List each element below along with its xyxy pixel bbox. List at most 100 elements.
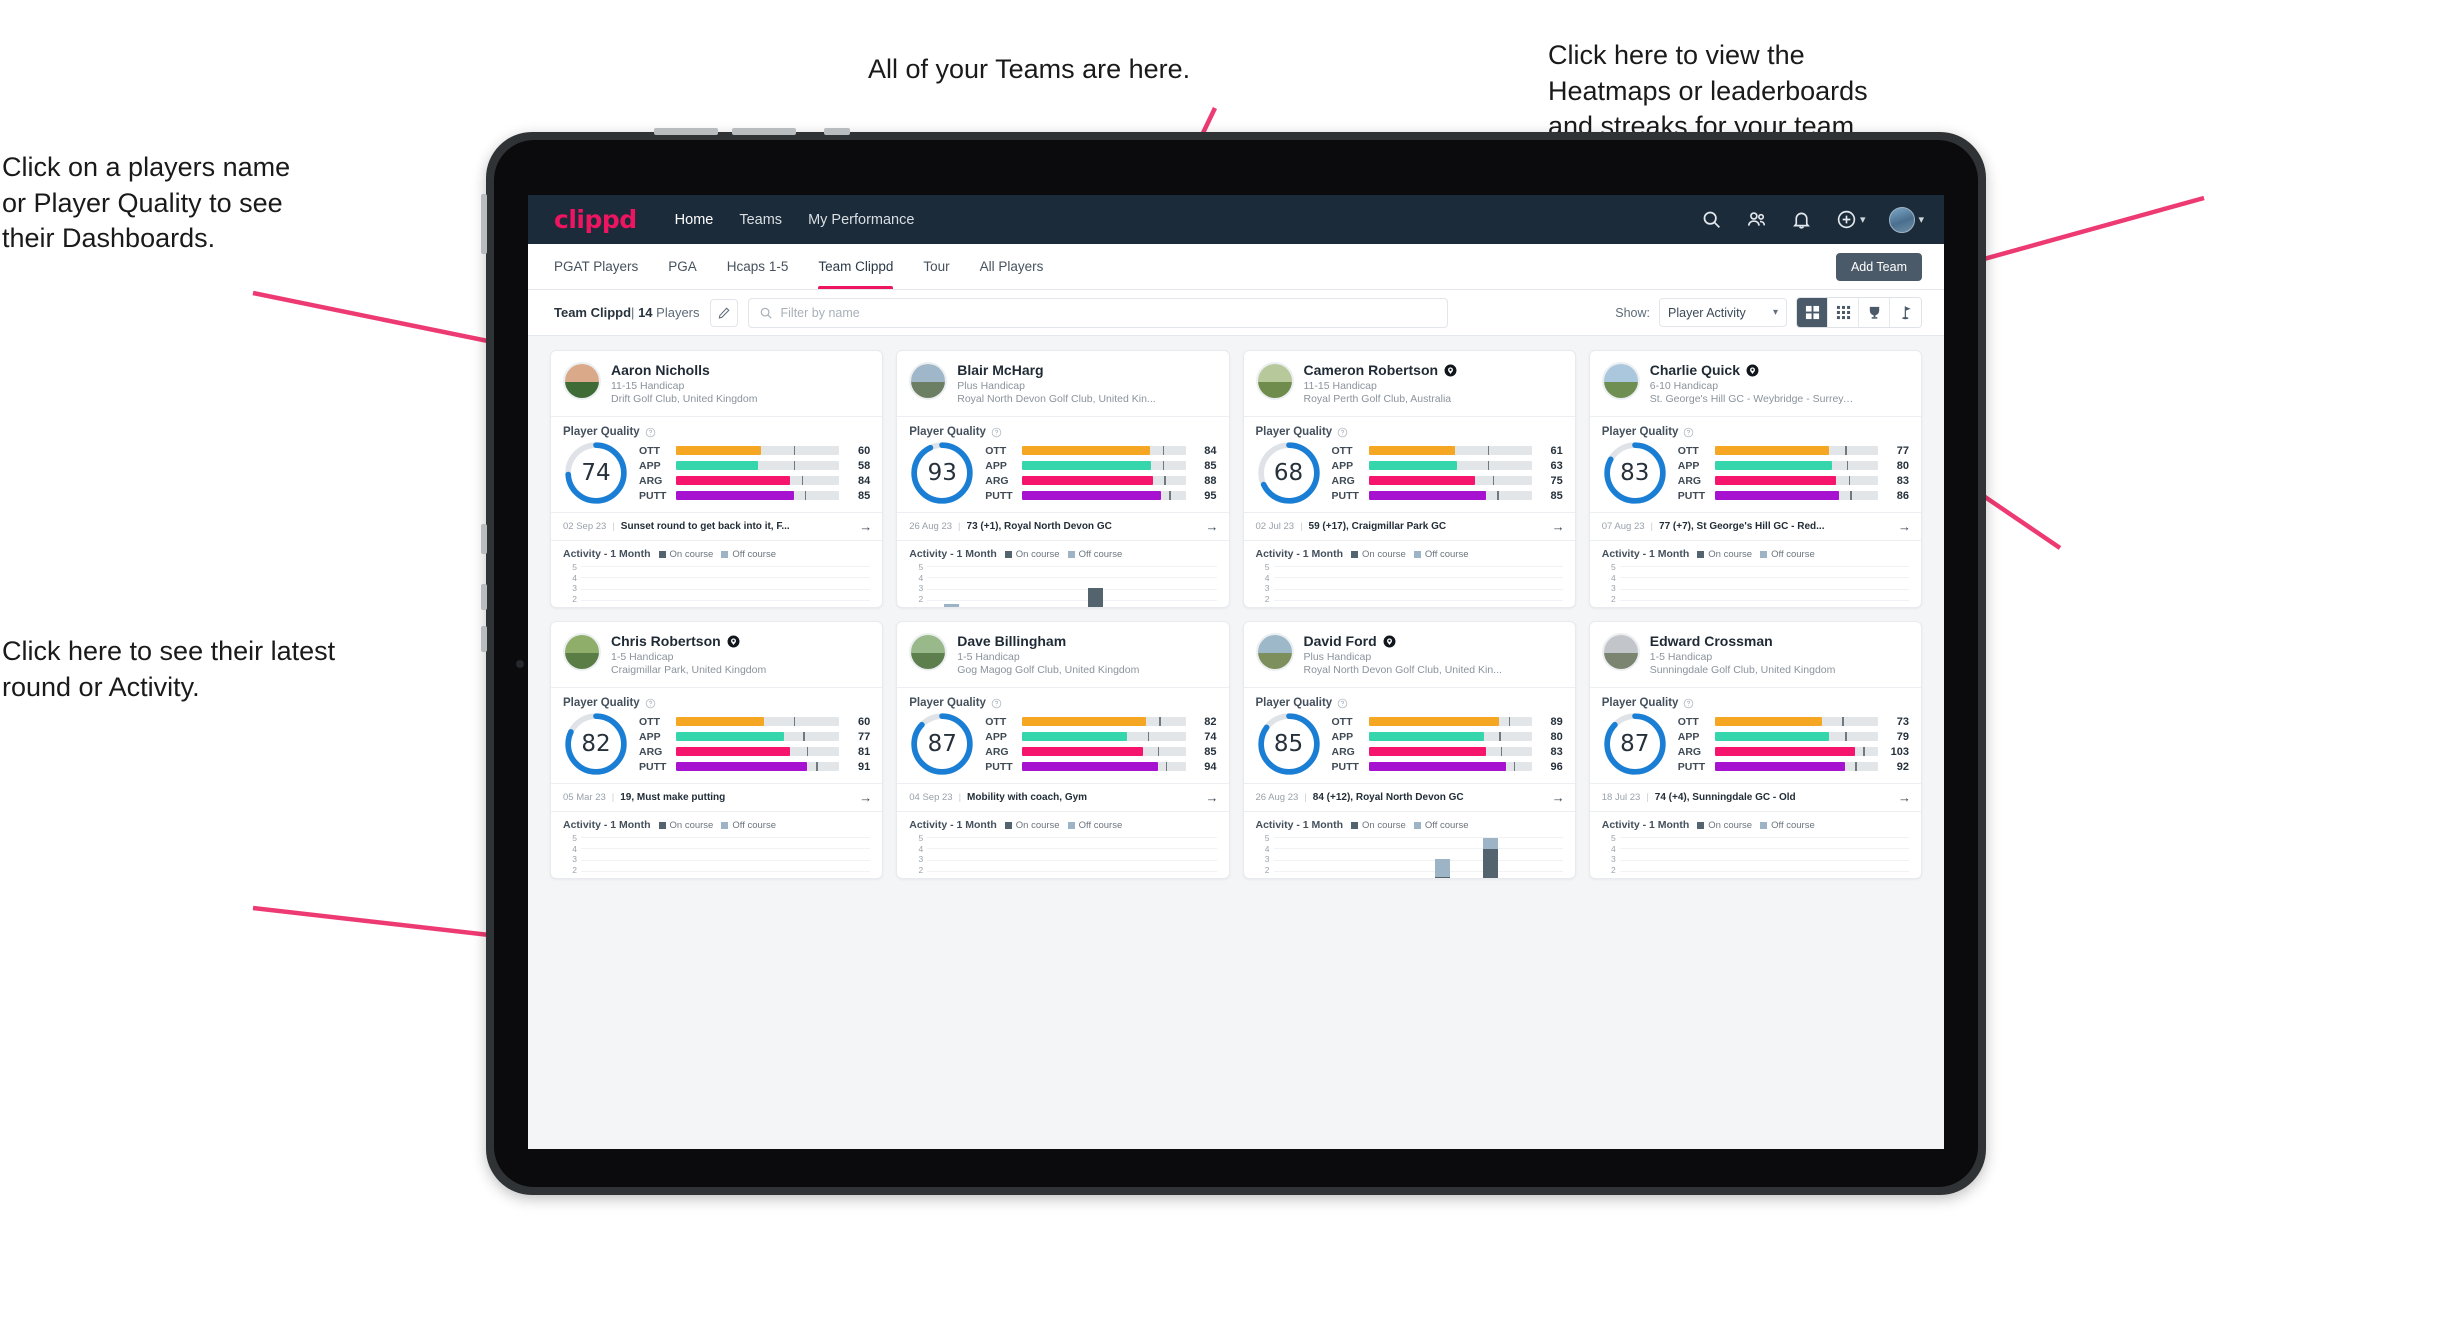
player-card-header[interactable]: David Ford Plus Handicap Royal North Dev… <box>1244 622 1575 687</box>
add-team-button[interactable]: Add Team <box>1835 252 1922 281</box>
player-card-header[interactable]: Aaron Nicholls 11-15 Handicap Drift Golf… <box>551 351 882 416</box>
player-name[interactable]: David Ford <box>1304 633 1377 649</box>
view-toggle-leaderboard[interactable] <box>1859 298 1890 327</box>
latest-round-row[interactable]: 02 Sep 23 | Sunset round to get back int… <box>551 512 883 541</box>
latest-round-row[interactable]: 18 Jul 23 | 74 (+4), Sunningdale GC - Ol… <box>1589 783 1921 812</box>
help-icon[interactable] <box>991 427 1002 438</box>
latest-round-row[interactable]: 07 Aug 23 | 77 (+7), St George's Hill GC… <box>1589 512 1921 541</box>
tab-tour[interactable]: Tour <box>923 244 949 289</box>
player-quality-section[interactable]: Player Quality 83 OTT 77 APP 80 ARG 83 P… <box>1590 417 1921 512</box>
player-avatar[interactable] <box>909 362 948 400</box>
player-name[interactable]: Chris Robertson <box>611 633 721 649</box>
search-input[interactable] <box>780 305 1437 320</box>
latest-round-row[interactable]: 05 Mar 23 | 19, Must make putting → <box>551 783 883 812</box>
search-icon[interactable] <box>1701 209 1722 230</box>
help-icon[interactable] <box>645 427 656 438</box>
player-card-header[interactable]: Dave Billingham 1-5 Handicap Gog Magog G… <box>897 622 1228 687</box>
show-select[interactable]: Player Activity ▾ <box>1659 298 1787 327</box>
latest-round-row[interactable]: 02 Jul 23 | 59 (+17), Craigmillar Park G… <box>1243 512 1575 541</box>
player-name-row[interactable]: Charlie Quick <box>1650 362 1855 378</box>
player-avatar[interactable] <box>1255 633 1294 671</box>
nav-link-home[interactable]: Home <box>675 212 714 228</box>
player-quality-section[interactable]: Player Quality 85 OTT 89 APP 80 ARG 83 P… <box>1244 688 1575 783</box>
arrow-right-icon[interactable]: → <box>1552 519 1565 534</box>
arrow-right-icon[interactable]: → <box>1898 519 1911 534</box>
tab-team-clippd[interactable]: Team Clippd <box>818 244 894 289</box>
arrow-right-icon[interactable]: → <box>859 519 872 534</box>
player-name-row[interactable]: David Ford <box>1304 633 1502 649</box>
latest-round-row[interactable]: 26 Aug 23 | 84 (+12), Royal North Devon … <box>1243 783 1575 812</box>
help-icon[interactable] <box>1337 427 1348 438</box>
edit-team-button[interactable] <box>709 298 738 327</box>
player-card-header[interactable]: Chris Robertson 1-5 Handicap Craigmillar… <box>551 622 882 687</box>
player-avatar[interactable] <box>1255 362 1294 400</box>
view-toggle-dense-grid[interactable] <box>1828 298 1859 327</box>
player-card-header[interactable]: Edward Crossman 1-5 Handicap Sunningdale… <box>1590 622 1921 687</box>
help-icon[interactable] <box>1683 698 1694 709</box>
player-quality-section[interactable]: Player Quality 74 OTT 60 APP 58 ARG 84 P… <box>551 417 882 512</box>
latest-round-row[interactable]: 04 Sep 23 | Mobility with coach, Gym → <box>897 783 1229 812</box>
player-name[interactable]: Aaron Nicholls <box>611 362 710 378</box>
player-name-row[interactable]: Aaron Nicholls <box>611 362 757 378</box>
player-name-row[interactable]: Cameron Robertson <box>1304 362 1458 378</box>
player-quality-section[interactable]: Player Quality 82 OTT 60 APP 77 ARG 81 P… <box>551 688 882 783</box>
tab-pga[interactable]: PGA <box>668 244 697 289</box>
nav-link-my-performance[interactable]: My Performance <box>808 212 914 228</box>
help-icon[interactable] <box>645 698 656 709</box>
player-card-header[interactable]: Charlie Quick 6-10 Handicap St. George's… <box>1590 351 1921 416</box>
tab-hcaps-1-5[interactable]: Hcaps 1-5 <box>727 244 789 289</box>
player-quality-section[interactable]: Player Quality 68 OTT 61 APP 63 ARG 75 P… <box>1244 417 1575 512</box>
player-quality-section[interactable]: Player Quality 87 OTT <box>1590 688 1921 783</box>
player-card[interactable]: Cameron Robertson 11-15 Handicap Royal P… <box>1242 350 1576 608</box>
search-field-wrapper[interactable] <box>747 297 1448 328</box>
player-name[interactable]: Cameron Robertson <box>1304 362 1439 378</box>
player-avatar[interactable] <box>1601 362 1640 400</box>
player-name[interactable]: Edward Crossman <box>1650 633 1773 649</box>
avatar[interactable] <box>1889 206 1916 233</box>
arrow-right-icon[interactable]: → <box>1206 519 1219 534</box>
people-icon[interactable] <box>1746 209 1767 230</box>
player-card[interactable]: Aaron Nicholls 11-15 Handicap Drift Golf… <box>550 350 884 608</box>
arrow-right-icon[interactable]: → <box>859 790 872 805</box>
player-card[interactable]: Charlie Quick 6-10 Handicap St. George's… <box>1588 350 1922 608</box>
player-card[interactable]: Edward Crossman 1-5 Handicap Sunningdale… <box>1588 621 1922 879</box>
account-menu[interactable]: ▾ <box>1889 206 1924 233</box>
player-card[interactable]: David Ford Plus Handicap Royal North Dev… <box>1242 621 1576 879</box>
nav-link-teams[interactable]: Teams <box>739 212 782 228</box>
activity-bar <box>943 590 959 607</box>
clippd-logo[interactable]: clippd <box>554 205 637 234</box>
player-avatar[interactable] <box>563 633 601 671</box>
player-name[interactable]: Dave Billingham <box>957 633 1066 649</box>
player-name-row[interactable]: Edward Crossman <box>1650 633 1836 649</box>
view-toggle-course[interactable] <box>1890 298 1921 327</box>
player-card-header[interactable]: Cameron Robertson 11-15 Handicap Royal P… <box>1244 351 1575 416</box>
player-metrics-list: OTT 89 APP 80 ARG 83 PUTT 96 <box>1332 716 1563 773</box>
player-card[interactable]: Blair McHarg Plus Handicap Royal North D… <box>896 350 1230 608</box>
arrow-right-icon[interactable]: → <box>1552 790 1565 805</box>
player-name-row[interactable]: Dave Billingham <box>957 633 1139 649</box>
player-card[interactable]: Chris Robertson 1-5 Handicap Craigmillar… <box>550 621 884 879</box>
help-icon[interactable] <box>991 698 1002 709</box>
bell-icon[interactable] <box>1791 209 1812 230</box>
view-toggle-grid[interactable] <box>1797 298 1828 327</box>
player-avatar[interactable] <box>1601 633 1640 671</box>
player-avatar[interactable] <box>563 362 601 400</box>
player-name[interactable]: Charlie Quick <box>1650 362 1740 378</box>
arrow-right-icon[interactable]: → <box>1206 790 1219 805</box>
help-icon[interactable] <box>1683 427 1694 438</box>
player-name-row[interactable]: Chris Robertson <box>611 633 766 649</box>
help-icon[interactable] <box>1337 698 1348 709</box>
player-name-row[interactable]: Blair McHarg <box>957 362 1155 378</box>
player-card[interactable]: Dave Billingham 1-5 Handicap Gog Magog G… <box>896 621 1230 879</box>
player-card-header[interactable]: Blair McHarg Plus Handicap Royal North D… <box>897 351 1228 416</box>
tab-all-players[interactable]: All Players <box>980 244 1044 289</box>
player-quality-section[interactable]: Player Quality 87 OTT <box>897 688 1228 783</box>
player-quality-section[interactable]: Player Quality 93 OTT 84 APP 85 ARG 88 P… <box>897 417 1228 512</box>
plus-circle-icon[interactable] <box>1836 209 1857 230</box>
tab-pgat-players[interactable]: PGAT Players <box>554 244 638 289</box>
latest-round-row[interactable]: 26 Aug 23 | 73 (+1), Royal North Devon G… <box>897 512 1229 541</box>
arrow-right-icon[interactable]: → <box>1898 790 1911 805</box>
create-menu[interactable]: ▾ <box>1836 209 1865 230</box>
player-name[interactable]: Blair McHarg <box>957 362 1043 378</box>
player-avatar[interactable] <box>909 633 948 671</box>
